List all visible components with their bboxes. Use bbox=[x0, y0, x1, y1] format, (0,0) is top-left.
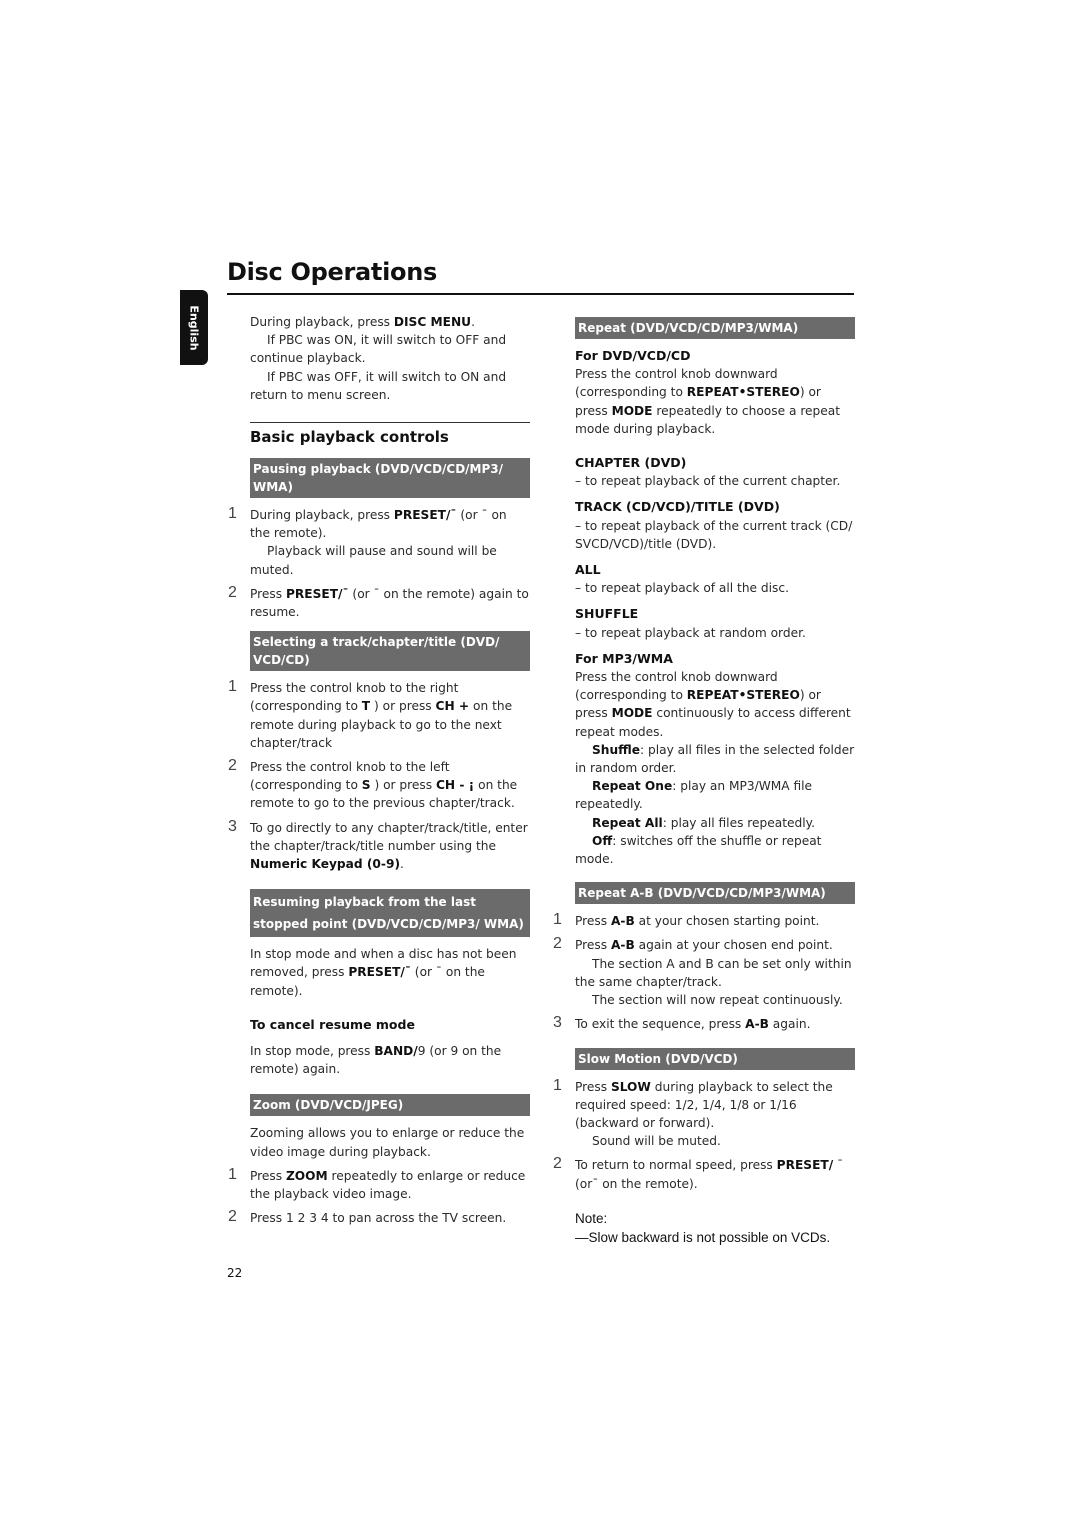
slow-motion-header: Slow Motion (DVD/VCD) bbox=[575, 1047, 855, 1070]
mode-name: CHAPTER (DVD) bbox=[575, 455, 687, 471]
left-column: During playback, press DISC MENU. If PBC… bbox=[228, 313, 530, 1234]
mp3-mode: Off: switches off the shuffle or repeat … bbox=[575, 833, 822, 867]
slow-step-1: 1 Press SLOW during playback to select th… bbox=[553, 1076, 833, 1149]
pbc-on-note: If PBC was ON, it will switch to OFF and… bbox=[250, 333, 507, 366]
cancel-resume-body: In stop mode, press BAND/9 (or 9 on the … bbox=[250, 1044, 502, 1077]
right-column: Repeat (DVD/VCD/CD/MP3/WMA) For DVD/VCD/… bbox=[553, 317, 855, 1247]
step-number: 2 bbox=[228, 1208, 237, 1226]
mp3-mode: Repeat One: play an MP3/WMA file repeate… bbox=[575, 779, 813, 812]
zoom-header: Zoom (DVD/VCD/JPEG) bbox=[250, 1094, 530, 1117]
note-text: —Slow backward is not possible on VCDs. bbox=[575, 1229, 831, 1245]
page-title: Disc Operations bbox=[227, 258, 437, 286]
for-dvd-title: For DVD/VCD/CD bbox=[575, 348, 691, 363]
step-number: 2 bbox=[553, 1155, 562, 1173]
step-number: 1 bbox=[553, 1076, 562, 1094]
title-rule bbox=[227, 293, 854, 295]
slow-step-2: 2 To return to normal speed, press PRESET… bbox=[553, 1155, 844, 1191]
ab-step-2: 2 Press A-B again at your chosen end poin… bbox=[553, 935, 852, 1008]
repeat-header: Repeat (DVD/VCD/CD/MP3/WMA) bbox=[575, 317, 855, 339]
page-number: 22 bbox=[227, 1266, 243, 1280]
step-number: 3 bbox=[228, 817, 237, 835]
ab-step-3: 3 To exit the sequence, press A-B again. bbox=[553, 1014, 811, 1032]
selecting-header: Selecting a track/chapter/title (DVD/ VC… bbox=[250, 631, 530, 672]
mode-desc: to repeat playback of all the disc. bbox=[575, 579, 855, 597]
pausing-step-2: 2 Press PRESET/¯ (or ¯ on the remote) aga… bbox=[228, 583, 529, 620]
mp3-mode: Repeat All: play all files repeatedly. bbox=[592, 815, 815, 830]
cancel-resume-title: To cancel resume mode bbox=[250, 1016, 415, 1032]
step-number: 2 bbox=[553, 935, 562, 953]
pausing-header: Pausing playback (DVD/VCD/CD/MP3/ WMA) bbox=[250, 458, 530, 499]
pbc-off-note: If PBC was OFF, it will switch to ON and… bbox=[250, 369, 507, 402]
mode-name: TRACK (CD/VCD)/TITLE (DVD) bbox=[575, 499, 780, 515]
step-number: 1 bbox=[228, 1165, 237, 1183]
note-label: Note: bbox=[575, 1210, 608, 1226]
language-tab: English bbox=[180, 290, 208, 365]
language-tab-label: English bbox=[187, 304, 201, 351]
zoom-step-1: 1 Press ZOOM repeatedly to enlarge or red… bbox=[228, 1165, 526, 1202]
selecting-step-1: 1 Press the control knob to the right (co… bbox=[228, 678, 513, 750]
mode-name: SHUFFLE bbox=[575, 606, 639, 622]
repeat-ab-header: Repeat A-B (DVD/VCD/CD/MP3/WMA) bbox=[575, 882, 855, 905]
zoom-intro: Zooming allows you to enlarge or reduce … bbox=[250, 1126, 525, 1159]
selecting-step-2: 2 Press the control knob to the left (cor… bbox=[228, 757, 518, 811]
for-mp3-title: For MP3/WMA bbox=[575, 650, 673, 666]
zoom-step-2: 2 Press 1 2 3 4 to pan across the TV scre… bbox=[228, 1208, 507, 1226]
mode-name: ALL bbox=[575, 562, 601, 578]
disc-menu-instruction: During playback, press DISC MENU. bbox=[250, 315, 475, 329]
step-number: 1 bbox=[228, 678, 237, 696]
resuming-body: In stop mode and when a disc has not bee… bbox=[250, 947, 517, 998]
step-number: 1 bbox=[553, 911, 562, 929]
step-number: 1 bbox=[228, 505, 237, 523]
step-number: 2 bbox=[228, 757, 237, 775]
note: Note: —Slow backward is not possible on V… bbox=[575, 1209, 855, 1247]
mode-desc: to repeat playback of the current chapte… bbox=[575, 472, 855, 490]
repeat-mp3-body: Press the control knob downward (corresp… bbox=[575, 670, 851, 739]
section-title: Basic playback controls bbox=[250, 422, 530, 448]
pausing-step-1: 1 During playback, press PRESET/¯ (or ¯ o… bbox=[228, 505, 507, 577]
step-number: 2 bbox=[228, 583, 237, 601]
repeat-dvd-body: Press the control knob downward (corresp… bbox=[575, 367, 841, 436]
ab-step-1: 1 Press A-B at your chosen starting point… bbox=[553, 911, 820, 929]
mode-desc: to repeat playback at random order. bbox=[575, 624, 855, 642]
mp3-mode: Shuffle: play all files in the selected … bbox=[575, 742, 855, 776]
resuming-header: Resuming playback from the last stopped … bbox=[250, 889, 530, 938]
step-number: 3 bbox=[553, 1014, 562, 1032]
selecting-step-3: 3 To go directly to any chapter/track/tit… bbox=[228, 817, 528, 872]
mode-desc: to repeat playback of the current track … bbox=[575, 517, 855, 553]
